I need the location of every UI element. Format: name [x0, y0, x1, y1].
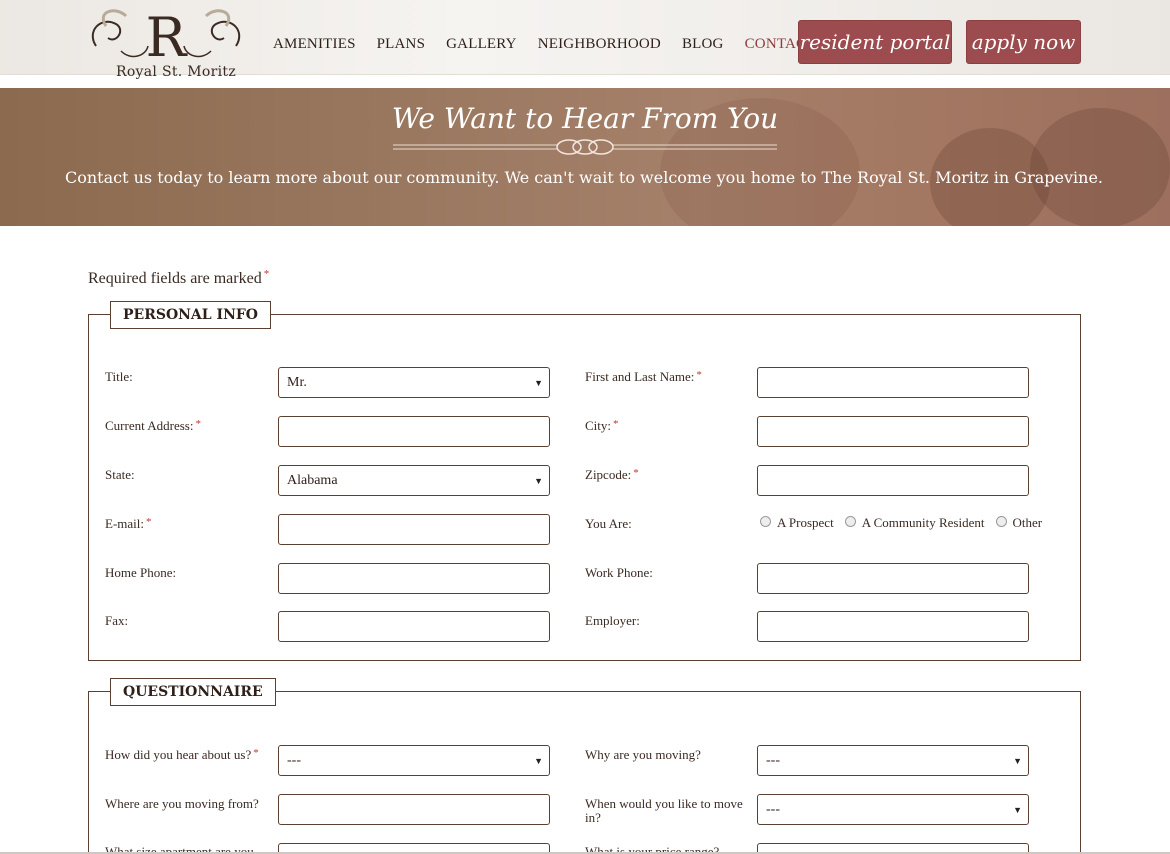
hear-about-label-text: How did you hear about us? — [105, 747, 252, 762]
hear-about-label: How did you hear about us? * — [105, 747, 259, 762]
required-asterisk: * — [613, 418, 619, 430]
hero-banner: We Want to Hear From You Contact us toda… — [0, 88, 1170, 226]
why-moving-select[interactable]: --- ▼ — [757, 745, 1029, 776]
required-note-text: Required fields are marked — [88, 270, 262, 287]
address-input[interactable] — [278, 416, 550, 447]
address-label-text: Current Address: — [105, 418, 194, 433]
why-moving-label: Why are you moving? — [585, 747, 701, 762]
city-label-text: City: — [585, 418, 612, 433]
hero-title: We Want to Hear From You — [391, 102, 779, 135]
state-select-value: Alabama — [287, 473, 338, 488]
home-phone-input[interactable] — [278, 563, 550, 594]
zipcode-label-text: Zipcode: — [585, 467, 632, 482]
move-in-select-value: --- — [766, 802, 780, 817]
radio-prospect-label: A Prospect — [777, 515, 834, 530]
chevron-down-icon: ▼ — [534, 476, 543, 486]
required-asterisk: * — [263, 268, 270, 280]
nav-gallery[interactable]: GALLERY — [446, 36, 517, 53]
hear-about-select[interactable]: --- ▼ — [278, 745, 550, 776]
radio-prospect[interactable]: A Prospect — [760, 515, 834, 531]
apply-now-button[interactable]: apply now — [966, 20, 1081, 64]
fax-label: Fax: — [105, 613, 129, 628]
required-asterisk: * — [195, 418, 201, 430]
questionnaire-legend: QUESTIONNAIRE — [110, 678, 276, 706]
title-label: Title: — [105, 369, 133, 384]
name-label: First and Last Name: * — [585, 369, 702, 384]
required-asterisk: * — [696, 369, 702, 381]
name-label-text: First and Last Name: — [585, 369, 695, 384]
state-select[interactable]: Alabama ▼ — [278, 465, 550, 496]
move-in-select[interactable]: --- ▼ — [757, 794, 1029, 825]
home-phone-label: Home Phone: — [105, 565, 177, 580]
address-label: Current Address: * — [105, 418, 201, 433]
employer-label: Employer: — [585, 613, 640, 628]
state-label: State: — [105, 467, 135, 482]
radio-resident[interactable]: A Community Resident — [844, 515, 985, 531]
radio-circle-icon[interactable] — [995, 516, 1007, 527]
moving-from-input[interactable] — [278, 794, 550, 825]
city-label: City: * — [585, 418, 619, 433]
move-in-label: When would you like to move in? — [585, 796, 743, 825]
divider-ornament-icon — [393, 139, 777, 155]
you-are-label: You Are: — [585, 516, 632, 531]
nav-blog[interactable]: BLOG — [682, 36, 724, 53]
nav-plans[interactable]: PLANS — [377, 36, 426, 53]
zipcode-input[interactable] — [757, 465, 1029, 496]
why-moving-select-value: --- — [766, 753, 780, 768]
radio-resident-label: A Community Resident — [861, 515, 985, 530]
title-select-value: Mr. — [287, 375, 307, 390]
radio-circle-icon[interactable] — [844, 516, 856, 527]
personal-info-legend: PERSONAL INFO — [110, 301, 271, 329]
hear-about-select-value: --- — [287, 753, 301, 768]
work-phone-label: Work Phone: — [585, 565, 653, 580]
main-nav: AMENITIES PLANS GALLERY NEIGHBORHOOD BLO… — [273, 36, 837, 53]
logo-mark-icon: R — [91, 6, 241, 66]
required-asterisk: * — [633, 467, 639, 479]
city-input[interactable] — [757, 416, 1029, 447]
required-asterisk: * — [146, 516, 152, 528]
logo-letter: R — [146, 6, 188, 66]
hero-text: Contact us today to learn more about our… — [65, 168, 1103, 187]
logo[interactable]: R Royal St. Moritz — [86, 6, 246, 80]
resident-portal-button[interactable]: resident portal — [798, 20, 952, 64]
nav-neighborhood[interactable]: NEIGHBORHOOD — [538, 36, 661, 53]
nav-amenities[interactable]: AMENITIES — [273, 36, 356, 53]
work-phone-input[interactable] — [757, 563, 1029, 594]
chevron-down-icon: ▼ — [1013, 756, 1022, 766]
required-note: Required fields are marked * — [88, 268, 270, 288]
radio-other-label: Other — [1012, 515, 1043, 530]
employer-input[interactable] — [757, 611, 1029, 642]
you-are-radio-group: A Prospect A Community Resident Other — [760, 515, 1053, 531]
logo-text: Royal St. Moritz — [115, 64, 236, 80]
chevron-down-icon: ▼ — [534, 378, 543, 388]
name-input[interactable] — [757, 367, 1029, 398]
fax-input[interactable] — [278, 611, 550, 642]
moving-from-label: Where are you moving from? — [105, 796, 259, 811]
radio-other[interactable]: Other — [995, 515, 1043, 531]
zipcode-label: Zipcode: * — [585, 467, 639, 482]
email-label-text: E-mail: — [105, 516, 144, 531]
title-select[interactable]: Mr. ▼ — [278, 367, 550, 398]
chevron-down-icon: ▼ — [1013, 805, 1022, 815]
email-input[interactable] — [278, 514, 550, 545]
site-header: R Royal St. Moritz AMENITIES PLANS GALLE… — [0, 0, 1170, 80]
required-asterisk: * — [253, 747, 259, 759]
chevron-down-icon: ▼ — [534, 756, 543, 766]
email-label: E-mail: * — [105, 516, 152, 531]
radio-circle-icon[interactable] — [760, 516, 771, 527]
